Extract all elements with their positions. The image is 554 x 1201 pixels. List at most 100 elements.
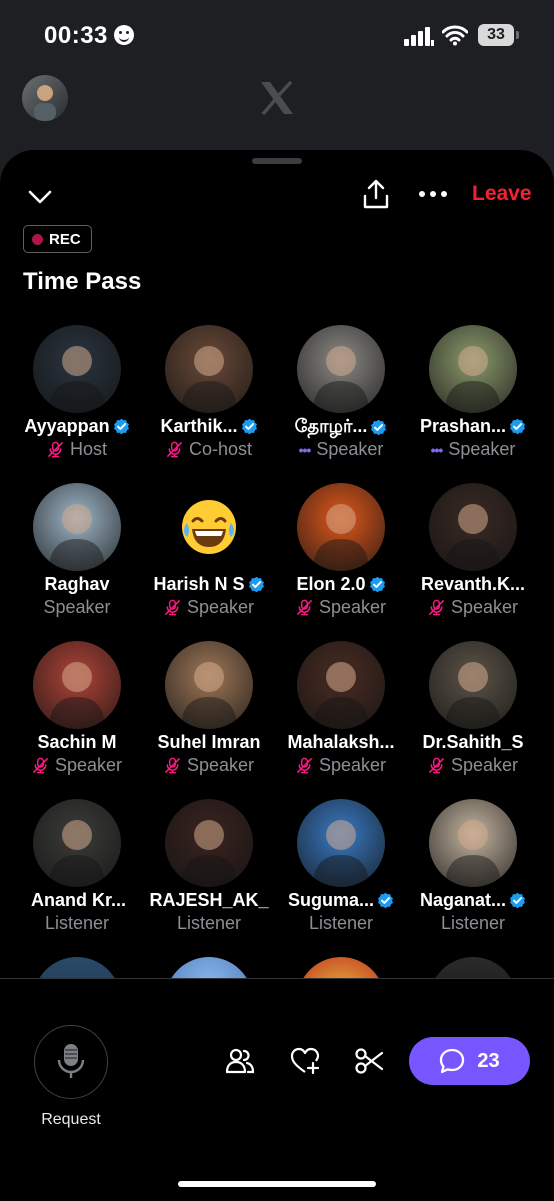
chat-button[interactable]: 23 — [409, 1037, 530, 1085]
mic-muted-icon — [167, 441, 182, 458]
status-time: 00:33 — [44, 22, 134, 50]
wifi-icon — [442, 25, 468, 46]
cellular-signal-icon — [404, 27, 434, 46]
avatar[interactable] — [429, 641, 517, 729]
participant-role: Listener — [440, 913, 506, 933]
avatar[interactable] — [165, 799, 253, 887]
participant-role: Listener — [176, 913, 242, 933]
participant-tile[interactable]: Elon 2.0 Speaker — [275, 483, 407, 641]
home-indicator[interactable] — [178, 1181, 376, 1187]
speaking-dots-icon: ••• — [298, 441, 312, 458]
rec-label: REC — [49, 230, 81, 248]
avatar[interactable] — [165, 325, 253, 413]
participant-name: Elon 2.0 — [275, 574, 407, 595]
avatar[interactable] — [33, 483, 121, 571]
participant-role: Host — [11, 439, 143, 460]
participant-name: Anand Kr... — [30, 890, 126, 910]
bottom-bar: Request 23 — [0, 978, 554, 1201]
participant-tile[interactable]: Dr.Sahith_S Speaker — [407, 641, 539, 799]
participant-role: Speaker — [275, 597, 407, 618]
verified-badge-icon — [248, 576, 264, 593]
participant-tile[interactable]: Revanth.K... Speaker — [407, 483, 539, 641]
avatar[interactable] — [429, 799, 517, 887]
participant-tile[interactable]: RAJESH_AK_ Listener — [143, 799, 275, 957]
battery-tip — [516, 31, 519, 39]
sheet-grabber[interactable] — [252, 158, 302, 164]
participant-tile[interactable]: Mahalaksh... Speaker — [275, 641, 407, 799]
smiley-icon — [113, 25, 134, 45]
avatar[interactable] — [33, 799, 121, 887]
x-logo-icon — [261, 80, 293, 116]
verified-badge-icon — [113, 418, 129, 435]
participant-tile[interactable]: Naganat... Listener — [407, 799, 539, 957]
heart-plus-icon[interactable] — [290, 1047, 320, 1075]
verified-badge-icon — [510, 418, 525, 435]
participant-tile[interactable]: Raghav Speaker — [11, 483, 143, 641]
status-bar: 00:33 33 — [0, 0, 554, 72]
participant-name: தோழர்... — [275, 416, 407, 439]
verified-badge-icon — [371, 419, 387, 436]
participant-name: Harish N S — [143, 574, 275, 595]
avatar[interactable] — [429, 483, 517, 571]
avatar[interactable] — [297, 641, 385, 729]
laughing-emoji-avatar[interactable] — [165, 483, 253, 571]
avatar[interactable] — [297, 483, 385, 571]
speaking-dots-icon: ••• — [430, 441, 444, 458]
participant-name: Raghav — [44, 574, 110, 594]
verified-badge-icon — [369, 576, 385, 593]
verified-badge-icon — [378, 892, 393, 909]
participant-tile[interactable]: Harish N S Speaker — [143, 483, 275, 641]
participant-tile[interactable]: Suguma... Listener — [275, 799, 407, 957]
participant-name: Mahalaksh... — [287, 732, 395, 752]
chevron-down-icon[interactable] — [26, 182, 54, 210]
mic-muted-icon — [48, 441, 63, 458]
avatar[interactable] — [297, 325, 385, 413]
mic-muted-icon — [33, 757, 48, 774]
avatar[interactable] — [297, 799, 385, 887]
participant-name: Karthik... — [143, 416, 275, 437]
share-icon[interactable] — [362, 178, 390, 210]
record-dot-icon — [32, 233, 43, 245]
participant-name: Dr.Sahith_S — [422, 732, 524, 752]
participant-name: Revanth.K... — [420, 574, 526, 594]
space-title: Time Pass — [23, 268, 142, 295]
participant-name: Prashan... — [407, 416, 539, 437]
mic-muted-icon — [297, 599, 312, 616]
participant-name: RAJESH_AK_ — [149, 890, 269, 910]
participant-tile[interactable]: Prashan... ••• Speaker — [407, 325, 539, 483]
participant-role: Speaker — [11, 755, 143, 776]
participant-name: Sachin M — [37, 732, 117, 752]
mic-muted-icon — [165, 757, 180, 774]
participant-role: Listener — [308, 913, 374, 933]
mic-muted-icon — [165, 599, 180, 616]
microphone-icon — [57, 1044, 85, 1078]
participant-role: Speaker — [407, 755, 539, 776]
participant-tile[interactable]: Sachin M Speaker — [11, 641, 143, 799]
avatar[interactable] — [33, 641, 121, 729]
participant-tile[interactable]: Anand Kr... Listener — [11, 799, 143, 957]
chat-bubble-icon — [440, 1048, 465, 1074]
participant-tile[interactable]: Karthik... Co-host — [143, 325, 275, 483]
verified-badge-icon — [241, 418, 257, 435]
battery-indicator: 33 — [478, 24, 514, 46]
profile-avatar[interactable] — [22, 75, 68, 121]
participant-tile[interactable]: தோழர்... ••• Speaker — [275, 325, 407, 483]
request-label: Request — [41, 1111, 101, 1128]
recording-badge: REC — [23, 225, 92, 253]
leave-button[interactable]: Leave — [472, 182, 532, 206]
avatar[interactable] — [165, 641, 253, 729]
participant-role: Speaker — [143, 597, 275, 618]
participant-tile[interactable]: Ayyappan Host — [11, 325, 143, 483]
avatar[interactable] — [429, 325, 517, 413]
people-icon[interactable] — [225, 1046, 255, 1076]
verified-badge-icon — [510, 892, 525, 909]
request-mic-button[interactable] — [34, 1025, 108, 1099]
participant-name: Suhel Imran — [157, 732, 261, 752]
participant-tile[interactable]: Suhel Imran Speaker — [143, 641, 275, 799]
participant-name: Suguma... — [275, 890, 407, 911]
mic-muted-icon — [297, 757, 312, 774]
participant-role: Speaker — [143, 755, 275, 776]
avatar[interactable] — [33, 325, 121, 413]
clip-scissors-icon[interactable] — [354, 1047, 384, 1075]
more-options-icon[interactable] — [418, 190, 448, 198]
